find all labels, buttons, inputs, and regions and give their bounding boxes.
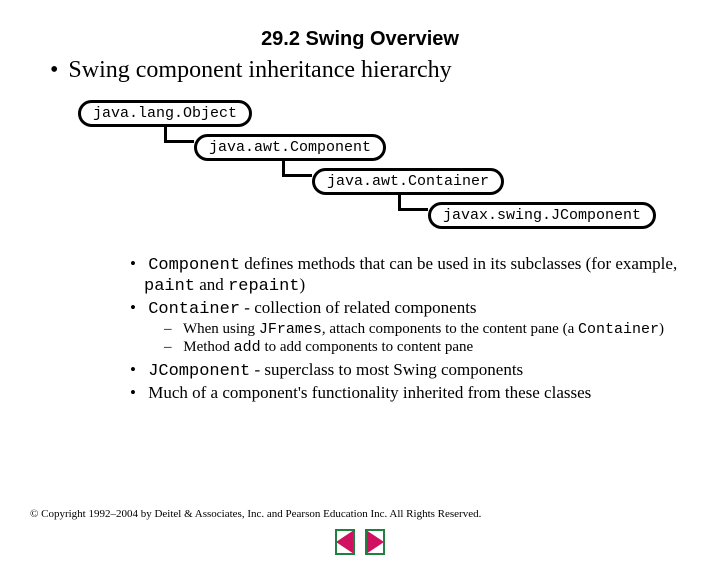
class-box-container: java.awt.Container [312, 168, 504, 195]
class-box-jcomponent: javax.swing.JComponent [428, 202, 656, 229]
slide-nav [0, 530, 720, 554]
bullet-list-a: Component defines methods that can be us… [130, 254, 720, 319]
bullet-inherited: Much of a component's functionality inhe… [130, 383, 720, 403]
code-text: repaint [228, 277, 299, 296]
bullet-jcomponent: JComponent - superclass to most Swing co… [130, 360, 720, 381]
connector [164, 140, 194, 143]
next-slide-button[interactable] [366, 530, 384, 554]
bullet-dot [50, 57, 68, 83]
text: ) [299, 275, 305, 294]
sub-bullet-jframes: When using JFrames, attach components to… [164, 321, 720, 338]
code-text: Container [578, 321, 659, 338]
sub-bullet-add: Method add to add components to content … [164, 339, 720, 356]
prev-slide-button[interactable] [336, 530, 354, 554]
sub-bullet-list: When using JFrames, attach components to… [164, 321, 720, 356]
text: ) [659, 321, 664, 337]
text: and [195, 275, 228, 294]
code-text: JComponent [148, 362, 250, 381]
connector [398, 208, 428, 211]
text: - collection of related components [240, 298, 477, 317]
main-bullet: Swing component inheritance hierarchy [50, 57, 720, 84]
code-text: JFrames [259, 321, 322, 338]
bullet-list-b: JComponent - superclass to most Swing co… [130, 360, 720, 403]
class-hierarchy-diagram: java.lang.Object java.awt.Component java… [0, 100, 720, 250]
text: When using [183, 321, 259, 337]
text: to add components to content pane [261, 339, 473, 355]
code-text: Container [148, 300, 240, 319]
text: defines methods that can be used in its … [240, 254, 677, 273]
code-text: paint [144, 277, 195, 296]
code-text: Component [148, 256, 240, 275]
main-bullet-text: Swing component inheritance hierarchy [68, 57, 451, 83]
text: , attach components to the content pane … [322, 321, 578, 337]
bullet-container: Container - collection of related compon… [130, 298, 720, 319]
code-text: add [234, 339, 261, 356]
slide-title: 29.2 Swing Overview [0, 28, 720, 51]
class-box-object: java.lang.Object [78, 100, 252, 127]
text: Method [183, 339, 233, 355]
class-box-component: java.awt.Component [194, 134, 386, 161]
connector [282, 174, 312, 177]
text: Much of a component's functionality inhe… [148, 383, 591, 402]
bullet-component: Component defines methods that can be us… [130, 254, 720, 296]
text: - superclass to most Swing components [250, 360, 523, 379]
copyright-footer: © Copyright 1992–2004 by Deitel & Associ… [30, 508, 481, 520]
